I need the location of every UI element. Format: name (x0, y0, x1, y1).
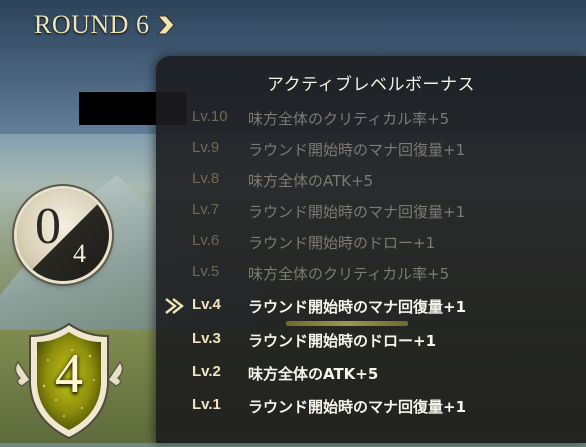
counter-max: 4 (73, 239, 86, 268)
current-level-arrow-icon (165, 298, 184, 314)
bonus-text: 味方全体のクリティカル率+5 (248, 110, 450, 128)
bonus-row-lv7: Lv.7 ラウンド開始時のマナ回復量+1 (156, 199, 586, 223)
bonus-level: Lv.3 (192, 330, 221, 347)
bonus-level: Lv.2 (192, 363, 221, 380)
chevron-right-icon[interactable] (156, 14, 176, 36)
bonus-text: ラウンド開始時のマナ回復量+1 (248, 398, 467, 416)
level-shield[interactable]: 4 (12, 320, 126, 443)
bonus-text: ラウンド開始時のドロー+1 (248, 332, 437, 350)
bonus-row-lv5: Lv.5 味方全体のクリティカル率+5 (156, 261, 586, 285)
panel-title: アクティブレベルボーナス (266, 75, 476, 95)
counter-current: 0 (35, 198, 61, 255)
bonus-text: 味方全体のATK+5 (248, 365, 379, 383)
bonus-text: ラウンド開始時のマナ回復量+1 (248, 298, 467, 316)
bonus-level: Lv.10 (192, 108, 228, 125)
active-level-bonus-panel: アクティブレベルボーナス Lv.10 味方全体のクリティカル率+5 Lv.9 ラ… (156, 56, 586, 443)
bonus-level: Lv.7 (192, 201, 220, 218)
bonus-level: Lv.1 (192, 396, 221, 413)
bonus-row-lv1: Lv.1 ラウンド開始時のマナ回復量+1 (156, 394, 586, 418)
bonus-text: ラウンド開始時のマナ回復量+1 (248, 141, 466, 159)
bonus-row-lv8: Lv.8 味方全体のATK+5 (156, 168, 586, 192)
bonus-text: 味方全体のATK+5 (248, 172, 374, 190)
bonus-level: Lv.8 (192, 170, 220, 187)
bonus-text: ラウンド開始時のマナ回復量+1 (248, 203, 466, 221)
current-level-underline (286, 321, 408, 326)
bonus-row-lv6: Lv.6 ラウンド開始時のドロー+1 (156, 230, 586, 254)
bonus-level: Lv.9 (192, 139, 220, 156)
bonus-level: Lv.4 (192, 296, 221, 313)
round-label: ROUND 6 (34, 10, 150, 39)
counter-dark-half (17, 189, 109, 281)
bonus-row-lv3: Lv.3 ラウンド開始時のドロー+1 (156, 328, 586, 352)
bonus-row-lv9: Lv.9 ラウンド開始時のマナ回復量+1 (156, 137, 586, 161)
bonus-level: Lv.6 (192, 232, 220, 249)
bonus-text: 味方全体のクリティカル率+5 (248, 265, 450, 283)
bonus-row-lv2: Lv.2 味方全体のATK+5 (156, 361, 586, 385)
bonus-row-lv4: Lv.4 ラウンド開始時のマナ回復量+1 (156, 294, 586, 318)
bonus-row-lv10: Lv.10 味方全体のクリティカル率+5 (156, 106, 586, 130)
bonus-level: Lv.5 (192, 263, 220, 280)
mana-counter: 0 4 (17, 189, 109, 281)
shield-value: 4 (55, 343, 83, 405)
bonus-text: ラウンド開始時のドロー+1 (248, 234, 436, 252)
